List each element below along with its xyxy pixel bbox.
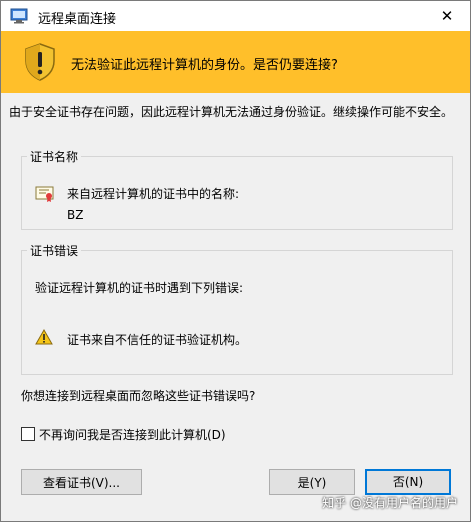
- title-bar: 远程桌面连接 ✕: [1, 1, 470, 31]
- confirm-question: 你想连接到远程桌面而忽略这些证书错误吗?: [21, 389, 256, 403]
- no-button[interactable]: 否(N): [365, 469, 451, 495]
- watermark-text: 知乎 @没有用户名的用户: [322, 496, 458, 510]
- cert-name-value: BZ: [67, 208, 84, 222]
- cert-error-description: 验证远程计算机的证书时遇到下列错误:: [35, 281, 244, 295]
- checkbox-label[interactable]: 不再询问我是否连接到此计算机(D): [39, 426, 226, 443]
- shield-warning-icon: [25, 43, 55, 81]
- description-text: 由于安全证书存在问题，因此远程计算机无法通过身份验证。继续操作可能不安全。: [9, 105, 454, 119]
- cert-name-legend: 证书名称: [30, 150, 79, 164]
- warning-icon: [35, 329, 53, 345]
- cert-name-group: 证书名称 来自远程计算机的证书中的名称: BZ: [21, 148, 453, 230]
- view-certificate-button[interactable]: 查看证书(V)...: [21, 469, 142, 495]
- cert-error-item: 证书来自不信任的证书验证机构。: [67, 333, 248, 347]
- cert-name-label: 来自远程计算机的证书中的名称:: [67, 187, 240, 201]
- close-icon: ✕: [440, 7, 454, 25]
- cert-error-group: 证书错误 验证远程计算机的证书时遇到下列错误: 证书来自不信任的证书验证机构。: [21, 242, 453, 375]
- banner-text: 无法验证此远程计算机的身份。是否仍要连接?: [71, 58, 338, 73]
- yes-button[interactable]: 是(Y): [269, 469, 355, 495]
- close-button[interactable]: ✕: [424, 1, 470, 31]
- certificate-icon: [35, 186, 54, 202]
- checkbox-box[interactable]: [21, 427, 35, 441]
- warning-banner: 无法验证此远程计算机的身份。是否仍要连接?: [1, 31, 470, 93]
- cert-error-legend: 证书错误: [30, 244, 79, 258]
- remote-desktop-dialog: 远程桌面连接 ✕ 无法验证此远程计算机的身份。是否仍要连接? 由于安全证书存在问…: [0, 0, 471, 522]
- remote-desktop-app-icon: [10, 8, 28, 24]
- window-title: 远程桌面连接: [38, 12, 117, 27]
